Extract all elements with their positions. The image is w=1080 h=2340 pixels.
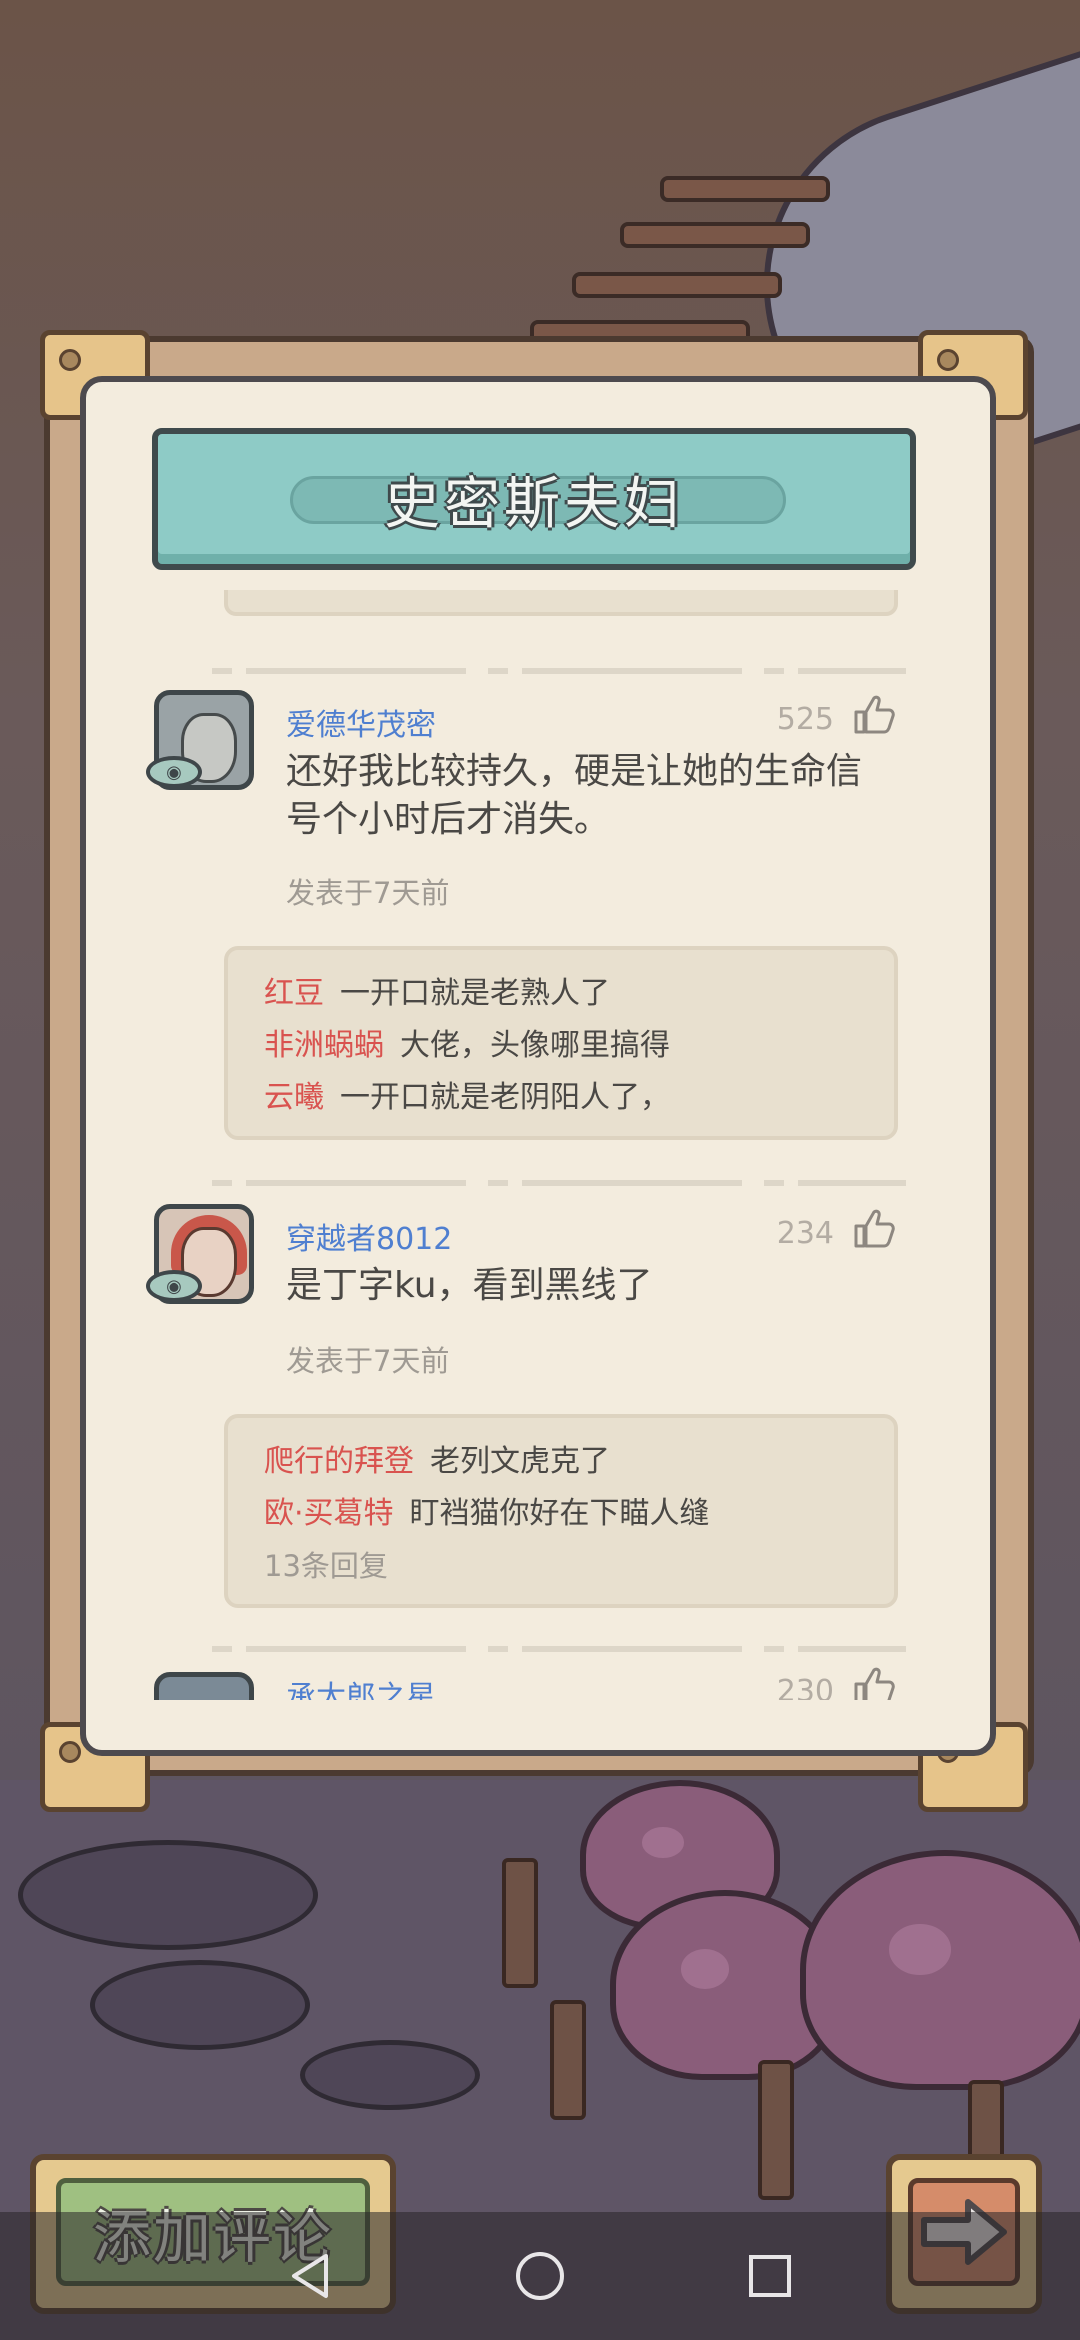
comment-username[interactable]: 穿越者8012	[286, 1214, 452, 1258]
like-count: 234	[776, 1216, 834, 1251]
reply-text: 一开口就是老熟人了	[340, 976, 610, 1011]
comment-list[interactable]: ◉ 爱德华茂密 525 还好我比较持久，硬是让她的生命信号个小时后才消失。 发表…	[128, 590, 946, 1700]
thumbs-up-icon[interactable]	[852, 1664, 896, 1700]
comment-divider	[212, 1646, 906, 1652]
reply-text: 一开口就是老阴阳人了，	[340, 1080, 670, 1115]
background-mushroom	[800, 1850, 1080, 2090]
background-stone	[300, 2040, 480, 2110]
comment-divider	[212, 1180, 906, 1186]
background-plank	[572, 272, 782, 298]
comment-divider	[212, 668, 906, 674]
previous-reply-box	[224, 590, 898, 616]
triangle-back-icon	[292, 2254, 328, 2298]
thumbs-up-icon[interactable]	[852, 1206, 896, 1250]
comment-time: 发表于7天前	[286, 1344, 450, 1378]
like-count: 230	[776, 1674, 834, 1700]
reply-username: 非洲蜗蜗	[264, 1028, 384, 1063]
dialog-title: 史密斯夫妇	[384, 471, 684, 537]
background-stone	[90, 1960, 310, 2050]
reply-item: 欧·买葛特 盯裆猫你好在下瞄人缝	[264, 1488, 858, 1540]
like-count: 525	[776, 702, 834, 737]
nav-recents-button[interactable]	[740, 2246, 800, 2306]
thumbs-up-icon[interactable]	[852, 692, 896, 736]
avatar[interactable]	[154, 1672, 254, 1700]
reply-username: 红豆	[264, 976, 324, 1011]
comment-text: 还好我比较持久，硬是让她的生命信号个小时后才消失。	[286, 751, 863, 840]
background-plank	[660, 176, 830, 202]
background-stone	[18, 1840, 318, 1950]
comment-text: 是丁字ku，看到黑线了	[286, 1265, 653, 1306]
reply-box[interactable]: 红豆 一开口就是老熟人了 非洲蜗蜗 大佬，头像哪里搞得 云曦 一开口就是老阴阳人了，	[224, 946, 898, 1140]
reply-item: 爬行的拜登 老列文虎克了	[264, 1436, 858, 1488]
reply-text: 老列文虎克了	[430, 1444, 610, 1479]
reply-item: 红豆 一开口就是老熟人了	[264, 968, 858, 1020]
eye-badge-icon: ◉	[146, 1270, 202, 1302]
background-plank	[620, 222, 810, 248]
comment-time: 发表于7天前	[286, 876, 450, 910]
reply-count[interactable]: 13条回复	[264, 1540, 858, 1592]
reply-username: 欧·买葛特	[264, 1496, 394, 1531]
reply-username: 云曦	[264, 1080, 324, 1115]
comment-username[interactable]: 爱德华茂密	[286, 700, 436, 744]
comment-username[interactable]: 承太郎之星	[286, 1672, 436, 1700]
nav-back-button[interactable]	[280, 2246, 340, 2306]
reply-box[interactable]: 爬行的拜登 老列文虎克了 欧·买葛特 盯裆猫你好在下瞄人缝 13条回复	[224, 1414, 898, 1608]
reply-item: 非洲蜗蜗 大佬，头像哪里搞得	[264, 1020, 858, 1072]
background-fence-post	[758, 2060, 794, 2200]
nav-home-button[interactable]	[510, 2246, 570, 2306]
eye-badge-icon: ◉	[146, 756, 202, 788]
reply-username: 爬行的拜登	[264, 1444, 414, 1479]
reply-item: 云曦 一开口就是老阴阳人了，	[264, 1072, 858, 1124]
reply-text: 大佬，头像哪里搞得	[400, 1028, 670, 1063]
background-fence-post	[550, 2000, 586, 2120]
background-fence-post	[502, 1858, 538, 1988]
reply-text: 盯裆猫你好在下瞄人缝	[409, 1496, 710, 1531]
circle-home-icon	[516, 2252, 564, 2300]
square-recents-icon	[749, 2255, 791, 2297]
